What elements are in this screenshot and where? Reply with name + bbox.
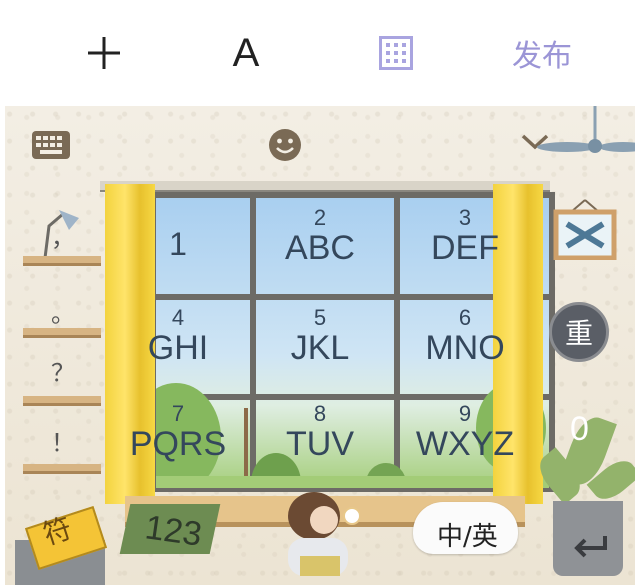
key-number: 9 — [458, 401, 472, 426]
key-letters: WXYZ — [415, 425, 515, 463]
grid-button[interactable] — [364, 20, 428, 86]
numbers-key[interactable]: 123 — [143, 508, 204, 555]
smiley-icon — [269, 129, 301, 161]
key-number: 5 — [313, 305, 327, 330]
key-letters: JKL — [290, 329, 350, 367]
shelf — [23, 256, 101, 266]
key-letters: PQRS — [129, 425, 227, 463]
key-letters: DEF — [431, 229, 499, 267]
key-6[interactable]: 6 MNO — [395, 302, 535, 400]
key-number: 4 — [171, 305, 185, 330]
question-key[interactable]: ？ — [43, 353, 83, 388]
font-style-button[interactable]: A — [214, 20, 278, 86]
key-number: 1 — [169, 226, 187, 262]
exclamation-key[interactable]: ！ — [43, 423, 83, 458]
key-7[interactable]: 7 PQRS — [108, 398, 248, 496]
key-number: 2 — [313, 205, 327, 230]
key-8[interactable]: 8 TUV — [250, 398, 390, 496]
key-2[interactable]: 2 ABC — [250, 202, 390, 300]
emoji-button[interactable] — [268, 128, 302, 167]
key-number: 8 — [313, 401, 327, 426]
shelf — [23, 396, 101, 406]
fish-picture-decoration — [553, 199, 617, 260]
zero-key[interactable]: 0 — [570, 410, 589, 449]
key-letters: ABC — [285, 229, 355, 267]
shelf — [23, 464, 101, 474]
shelf — [23, 328, 101, 338]
key-number: 6 — [458, 305, 472, 330]
reenter-button[interactable]: 重 — [549, 302, 609, 362]
person-decoration — [288, 492, 360, 576]
return-arrow-icon — [574, 536, 607, 558]
editor-toolbar: A 发布 — [0, 0, 640, 106]
publish-button[interactable]: 发布 — [500, 20, 584, 86]
key-1[interactable]: 1 — [108, 202, 248, 300]
key-9[interactable]: 9 WXYZ — [395, 398, 535, 496]
key-4[interactable]: 4 GHI — [108, 302, 248, 400]
keyboard-switch-button[interactable] — [31, 130, 71, 165]
keyboard-icon — [32, 131, 70, 159]
key-number: 7 — [171, 401, 185, 426]
key-letters: MNO — [425, 329, 505, 367]
lang-toggle-key[interactable]: 中/英 — [437, 516, 498, 553]
publish-label: 发布 — [512, 39, 572, 74]
key-number: 3 — [458, 205, 472, 230]
key-letters: TUV — [286, 425, 354, 463]
key-3[interactable]: 3 DEF — [395, 202, 535, 300]
key-5[interactable]: 5 JKL — [250, 302, 390, 400]
font-label: A — [232, 30, 260, 75]
window-sill-top — [100, 181, 550, 192]
add-button[interactable] — [72, 20, 136, 86]
ceiling-fan-decoration — [537, 106, 635, 153]
grid-icon — [379, 36, 413, 70]
key-letters: GHI — [147, 329, 209, 367]
period-key[interactable]: 。 — [43, 294, 83, 329]
keyboard: 1 2 ABC 3 DEF 4 GHI 5 JKL 6 MNO 7 PQRS 8… — [5, 106, 635, 585]
plus-icon — [88, 37, 120, 69]
return-button[interactable] — [573, 534, 609, 563]
comma-key[interactable]: ， — [43, 218, 83, 253]
